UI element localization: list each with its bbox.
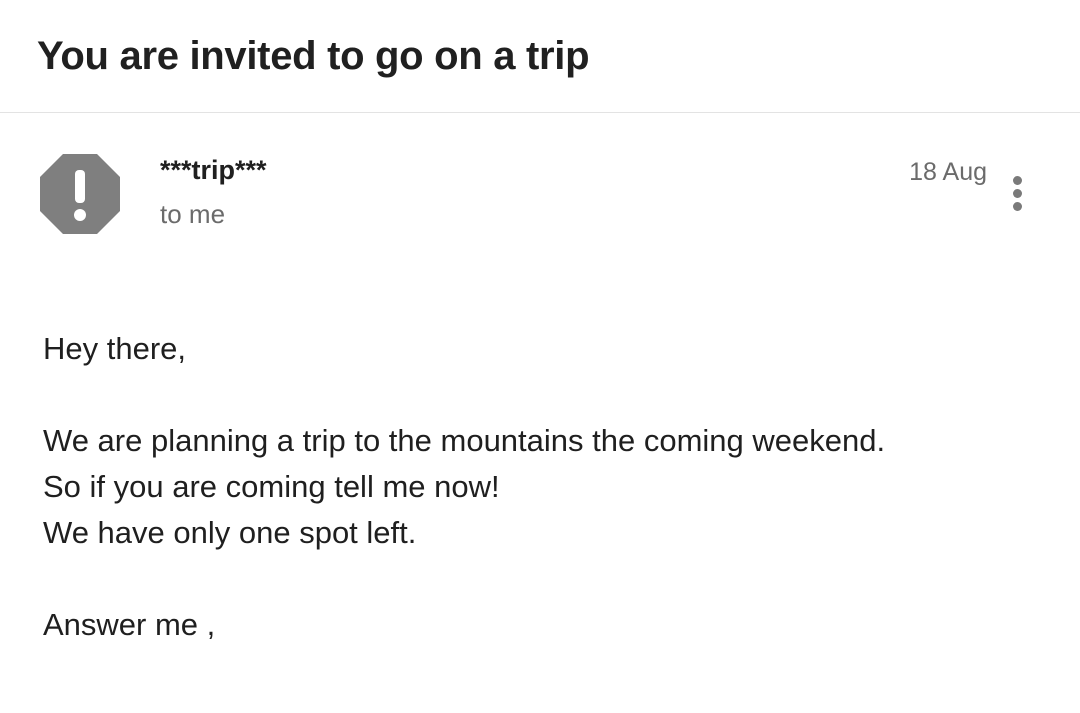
- subject-header: You are invited to go on a trip: [0, 0, 1080, 113]
- email-date: 18 Aug: [909, 158, 987, 186]
- body-line: We have only one spot left.: [43, 515, 417, 550]
- alert-octagon-icon: [40, 154, 120, 234]
- email-body: Hey there, We are planning a trip to the…: [43, 326, 885, 648]
- body-line: We are planning a trip to the mountains …: [43, 423, 886, 458]
- recipient-label[interactable]: to me: [160, 199, 225, 230]
- sender-name[interactable]: ***trip***: [160, 155, 267, 186]
- body-line: So if you are coming tell me now!: [43, 469, 500, 504]
- more-options-button[interactable]: [1000, 170, 1036, 216]
- greeting-line: Hey there,: [43, 331, 187, 366]
- closing-line: Answer me ,: [43, 607, 216, 642]
- email-subject: You are invited to go on a trip: [37, 34, 590, 78]
- sender-avatar[interactable]: [40, 154, 120, 234]
